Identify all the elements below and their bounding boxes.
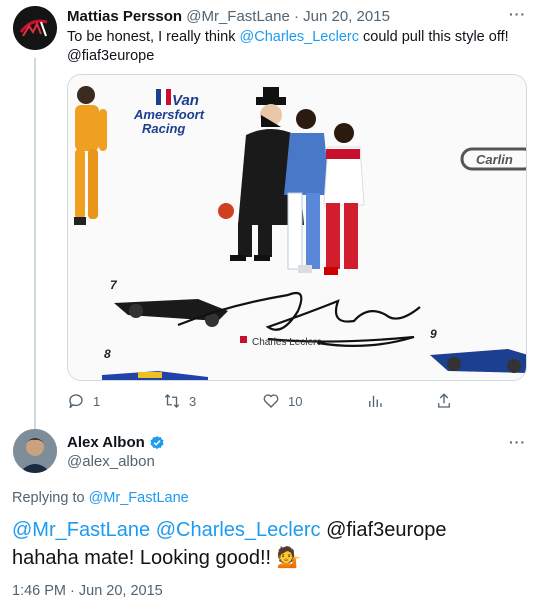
like-button[interactable]: 10 <box>262 392 302 410</box>
heart-icon <box>263 394 279 408</box>
profile-photo-icon <box>13 429 57 473</box>
tweet2-timestamp[interactable]: 1:46 PM · Jun 20, 2015 <box>12 583 163 599</box>
thread-connector-line <box>34 58 36 430</box>
tweet1-more-button[interactable]: ··· <box>509 6 526 22</box>
tweet2-text: @Mr_FastLane @Charles_Leclerc @fiaf3euro… <box>12 516 522 572</box>
reply-count: 1 <box>93 393 101 409</box>
logo-line-2: Amersfoort <box>133 107 205 122</box>
tweet2-author-name[interactable]: Alex Albon <box>67 434 145 451</box>
replying-prefix: Replying to <box>12 490 89 506</box>
tweet1-author-name[interactable]: Mattias Persson <box>67 8 182 25</box>
reply-button[interactable]: 1 <box>67 392 100 410</box>
replying-to-link[interactable]: @Mr_FastLane <box>89 490 189 506</box>
tweet1-media-image[interactable]: Van Amersfoort Racing Carlin 7 8 9 Charl… <box>67 74 527 381</box>
avatar-mattias[interactable] <box>13 6 57 50</box>
reply-icon <box>69 394 83 409</box>
tweet1-text: To be honest, I really think @Charles_Le… <box>67 28 517 66</box>
tweet2-mention-2[interactable]: @Charles_Leclerc <box>156 519 321 541</box>
signature-caption: Charles Leclerc <box>252 337 321 348</box>
retweet-button[interactable]: 3 <box>163 392 196 410</box>
car-number-8: 8 <box>104 347 111 361</box>
retweet-icon <box>164 394 180 408</box>
mp-logo-icon <box>13 6 57 50</box>
logo-line-3: Racing <box>142 121 185 136</box>
tweet1-author-handle[interactable]: @Mr_FastLane <box>186 8 290 25</box>
tweet1-text-after: could pull this style off! <box>359 29 509 45</box>
person-tipping-hand-emoji-icon: 💁 <box>276 547 302 569</box>
tweet2-mention-3: @fiaf3europe <box>326 519 447 541</box>
tweet1-action-bar: 1 3 10 <box>0 392 540 412</box>
tweet2-body-line2: hahaha mate! Looking good!! <box>12 547 277 569</box>
analytics-icon <box>369 395 382 407</box>
carlin-text: Carlin <box>476 152 513 167</box>
driver-promo-photo: Van Amersfoort Racing Carlin 7 8 9 Charl… <box>68 75 526 380</box>
views-button[interactable] <box>366 392 384 410</box>
verified-badge-icon <box>150 435 164 449</box>
share-icon <box>438 393 450 408</box>
tweet2-author-name-row: Alex Albon <box>67 434 165 451</box>
tweet2-more-button[interactable]: ··· <box>509 434 526 450</box>
like-count: 10 <box>288 393 303 409</box>
tweet1-date[interactable]: Jun 20, 2015 <box>303 8 390 25</box>
share-button[interactable] <box>435 392 453 410</box>
tweet1-text-line2: @fiaf3europe <box>67 48 155 64</box>
replying-to-line: Replying to @Mr_FastLane <box>12 490 189 506</box>
tweet2-author-handle[interactable]: @alex_albon <box>67 453 155 470</box>
car-number-9: 9 <box>430 327 437 341</box>
tweet1-header: Mattias Persson @Mr_FastLane · Jun 20, 2… <box>67 8 390 25</box>
avatar-alex-albon[interactable] <box>13 429 57 473</box>
tweet2-mention-1[interactable]: @Mr_FastLane <box>12 519 150 541</box>
retweet-count: 3 <box>189 393 197 409</box>
tweet1-text-before: To be honest, I really think <box>67 29 240 45</box>
tweet1-mention-link[interactable]: @Charles_Leclerc <box>240 29 360 45</box>
tweet1-separator: · <box>289 8 304 25</box>
